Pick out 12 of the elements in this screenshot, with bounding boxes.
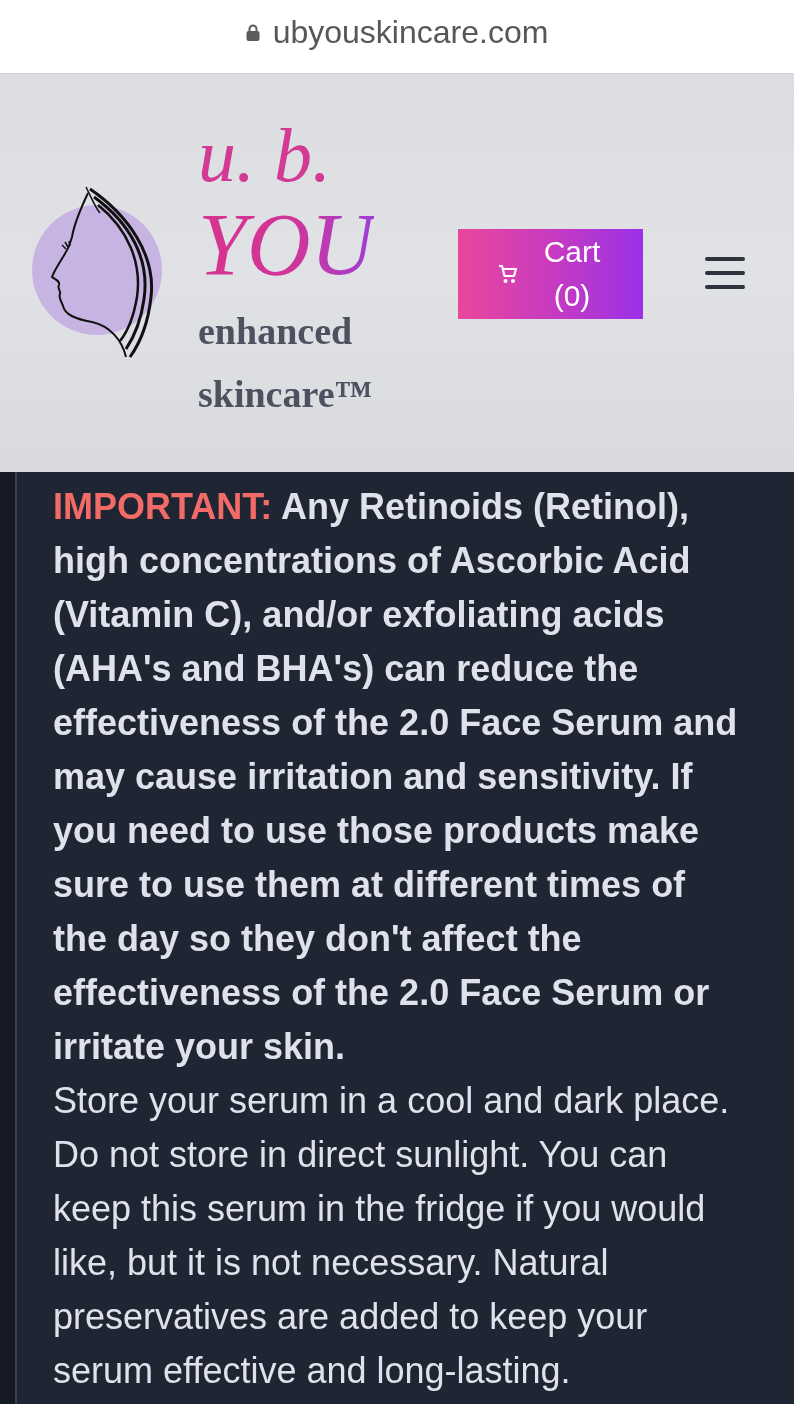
cart-icon [498,264,518,284]
url-text: ubyouskincare.com [272,13,549,52]
logo-tagline: skincare™ [198,372,374,417]
warning-text: IMPORTANT: Any Retinoids (Retinol), high concentrations of Ascorbic Acid (Vitamin C), and/or exfoliating acids (AHA's and BHA's) can reduce the effectiveness of the 2.0 Face Serum and may cause irritation and sensitivity. If you need to use those products make sure to use them at different times of the day so they don't affect the effectiveness of the 2.0 Face Serum or irritate your skin. [53,485,739,1069]
storage-text: Store your serum in a cool and dark place. Do not store in direct sunlight. You can keep this serum in the fridge if you would like, but it is not necessary. Natural preservatives are added to keep your serum effective and long-lasting. [53,1079,731,1393]
menu-icon [705,255,745,291]
lock-icon [245,23,260,41]
cart-button[interactable]: Cart (0) [458,229,643,319]
menu-button[interactable] [705,255,745,291]
logo-initials: u. b. [198,120,332,190]
logo-tagline: enhanced [198,309,354,354]
profile-silhouette-logo-icon [30,185,165,360]
